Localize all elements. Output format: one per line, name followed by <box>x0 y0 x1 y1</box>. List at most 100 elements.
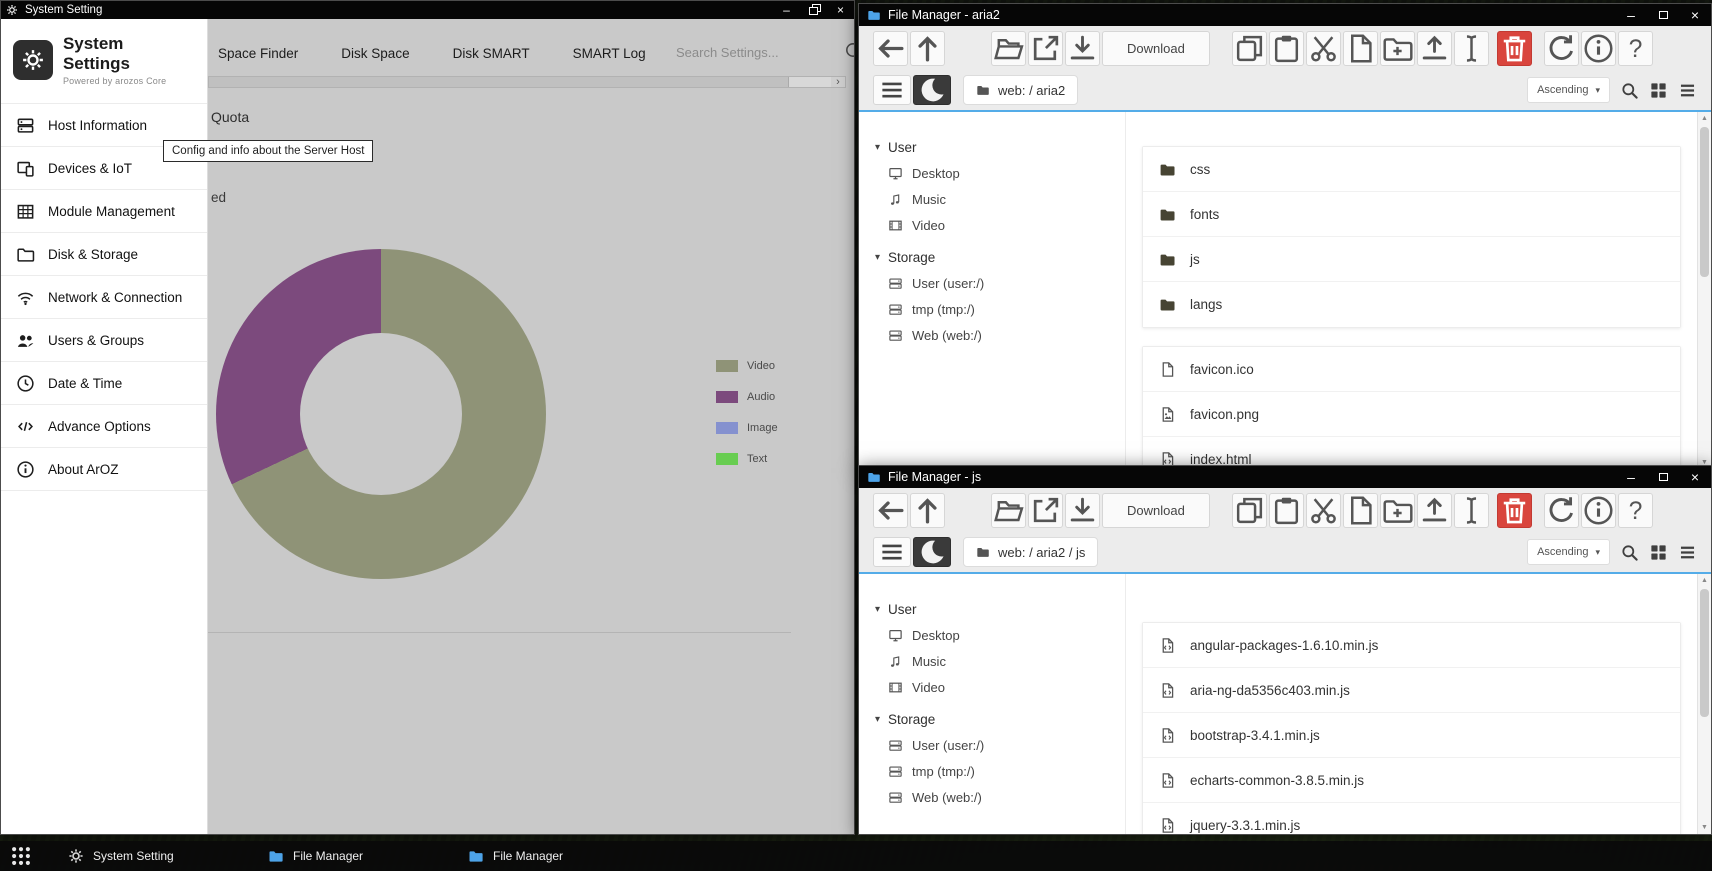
file-row[interactable]: jquery-3.3.1.min.js <box>1143 803 1680 834</box>
scrollbar-thumb[interactable] <box>1700 127 1709 277</box>
copy-button[interactable] <box>1232 493 1267 528</box>
file-manager-titlebar[interactable]: File Manager - js – × <box>859 466 1711 488</box>
file-row[interactable]: favicon.png <box>1143 392 1680 437</box>
cut-button[interactable] <box>1306 493 1341 528</box>
delete-button[interactable] <box>1497 493 1532 528</box>
open-in-new-window-button[interactable] <box>1028 493 1063 528</box>
up-button[interactable] <box>910 31 945 66</box>
file-row[interactable]: js <box>1143 237 1680 282</box>
scroll-up-icon[interactable]: ▲ <box>1701 115 1708 122</box>
file-row[interactable]: aria-ng-da5356c403.min.js <box>1143 668 1680 713</box>
settings-tab[interactable]: SMART Log <box>573 46 646 61</box>
vertical-scrollbar[interactable]: ▲▼ <box>1697 112 1711 469</box>
dark-mode-button[interactable] <box>913 75 951 105</box>
tree-group-storage[interactable]: ▾Storage <box>875 706 1125 732</box>
download-button[interactable]: Download <box>1102 31 1210 66</box>
settings-search-input[interactable] <box>676 39 788 65</box>
menu-button[interactable] <box>873 75 911 105</box>
tree-item[interactable]: User (user:/) <box>875 270 1125 296</box>
sidebar-item[interactable]: Module Management <box>1 190 207 233</box>
refresh-button[interactable] <box>1544 493 1579 528</box>
sidebar-item[interactable]: About ArOZ <box>1 448 207 491</box>
scrollbar-thumb[interactable] <box>209 77 789 87</box>
close-button[interactable]: × <box>1679 4 1711 26</box>
settings-tab[interactable]: Disk Space <box>341 46 409 61</box>
tree-group-user[interactable]: ▾User <box>875 596 1125 622</box>
maximize-button[interactable] <box>1647 466 1679 488</box>
paste-button[interactable] <box>1269 31 1304 66</box>
dark-mode-button[interactable] <box>913 537 951 567</box>
tree-item[interactable]: Video <box>875 674 1125 700</box>
taskbar-item[interactable]: File Manager <box>268 848 468 864</box>
search-icon[interactable] <box>1620 543 1639 562</box>
refresh-button[interactable] <box>1544 31 1579 66</box>
sort-order-select[interactable]: Ascending▾ <box>1527 539 1610 565</box>
open-folder-button[interactable] <box>991 31 1026 66</box>
sidebar-item[interactable]: Date & Time <box>1 362 207 405</box>
scrollbar-thumb[interactable] <box>1700 589 1709 717</box>
tree-item[interactable]: Web (web:/) <box>875 322 1125 348</box>
help-button[interactable]: ? <box>1618 31 1653 66</box>
maximize-button[interactable] <box>1647 4 1679 26</box>
up-button[interactable] <box>910 493 945 528</box>
file-row[interactable]: favicon.ico <box>1143 347 1680 392</box>
tree-item[interactable]: Desktop <box>875 622 1125 648</box>
file-row[interactable]: css <box>1143 147 1680 192</box>
file-manager-titlebar[interactable]: File Manager - aria2 – × <box>859 4 1711 26</box>
minimize-button[interactable]: – <box>1615 466 1647 488</box>
search-icon[interactable] <box>1620 81 1639 100</box>
close-button[interactable]: × <box>1679 466 1711 488</box>
apps-grid-icon[interactable] <box>10 845 32 867</box>
file-row[interactable]: bootstrap-3.4.1.min.js <box>1143 713 1680 758</box>
circle-icon[interactable] <box>844 41 854 59</box>
delete-button[interactable] <box>1497 31 1532 66</box>
sidebar-item[interactable]: Disk & Storage <box>1 233 207 276</box>
settings-tab[interactable]: Space Finder <box>218 46 298 61</box>
grid-view-icon[interactable] <box>1649 543 1668 562</box>
close-button[interactable]: × <box>827 1 854 19</box>
tree-item[interactable]: Music <box>875 186 1125 212</box>
scroll-down-icon[interactable]: ▼ <box>1701 824 1708 831</box>
tree-item[interactable]: Web (web:/) <box>875 784 1125 810</box>
info-button[interactable] <box>1581 31 1616 66</box>
rename-button[interactable] <box>1454 493 1489 528</box>
breadcrumb[interactable]: web: / aria2 <box>963 75 1078 105</box>
minimize-button[interactable]: – <box>773 1 800 19</box>
tree-item[interactable]: Video <box>875 212 1125 238</box>
file-row[interactable]: angular-packages-1.6.10.min.js <box>1143 623 1680 668</box>
cut-button[interactable] <box>1306 31 1341 66</box>
sort-order-select[interactable]: Ascending▾ <box>1527 77 1610 103</box>
system-setting-titlebar[interactable]: System Setting – × <box>1 1 854 19</box>
scroll-up-icon[interactable]: ▲ <box>1701 577 1708 584</box>
help-button[interactable]: ? <box>1618 493 1653 528</box>
back-button[interactable] <box>873 493 908 528</box>
settings-tab[interactable]: Disk SMART <box>453 46 530 61</box>
new-folder-button[interactable] <box>1380 493 1415 528</box>
rename-button[interactable] <box>1454 31 1489 66</box>
vertical-scrollbar[interactable]: ▲▼ <box>1697 574 1711 834</box>
sidebar-item[interactable]: Users & Groups <box>1 319 207 362</box>
minimize-button[interactable]: – <box>1615 4 1647 26</box>
upload-button[interactable] <box>1417 31 1452 66</box>
tree-item[interactable]: User (user:/) <box>875 732 1125 758</box>
restore-button[interactable] <box>800 1 827 19</box>
file-row[interactable]: fonts <box>1143 192 1680 237</box>
tree-item[interactable]: Music <box>875 648 1125 674</box>
paste-button[interactable] <box>1269 493 1304 528</box>
info-button[interactable] <box>1581 493 1616 528</box>
tree-item[interactable]: tmp (tmp:/) <box>875 296 1125 322</box>
new-file-button[interactable] <box>1343 31 1378 66</box>
new-file-button[interactable] <box>1343 493 1378 528</box>
new-folder-button[interactable] <box>1380 31 1415 66</box>
download-button[interactable]: Download <box>1102 493 1210 528</box>
back-button[interactable] <box>873 31 908 66</box>
taskbar-item[interactable]: System Setting <box>68 848 268 864</box>
grid-view-icon[interactable] <box>1649 81 1668 100</box>
tree-group-user[interactable]: ▾User <box>875 134 1125 160</box>
sidebar-item[interactable]: Network & Connection <box>1 276 207 319</box>
open-folder-button[interactable] <box>991 493 1026 528</box>
upload-button[interactable] <box>1417 493 1452 528</box>
breadcrumb[interactable]: web: / aria2 / js <box>963 537 1098 567</box>
copy-button[interactable] <box>1232 31 1267 66</box>
taskbar-item[interactable]: File Manager <box>468 848 668 864</box>
